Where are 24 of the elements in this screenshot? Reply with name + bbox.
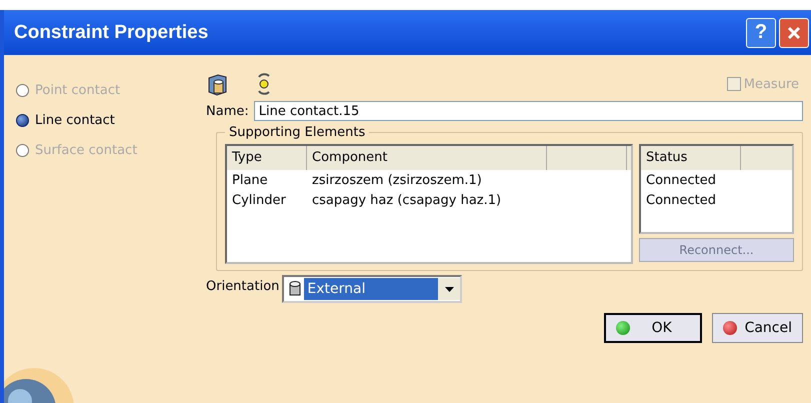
column-header[interactable]: Component bbox=[307, 146, 547, 170]
caret-icon bbox=[444, 286, 454, 292]
status-list[interactable]: Status Connected Connected bbox=[639, 144, 794, 234]
table-cell-text: Plane bbox=[231, 172, 269, 188]
close-button[interactable] bbox=[779, 18, 809, 48]
ok-button[interactable]: OK bbox=[604, 313, 702, 343]
orientation-dropdown[interactable]: External bbox=[282, 275, 462, 303]
radio-option[interactable]: Line contact bbox=[16, 105, 196, 135]
orientation-label: Orientation bbox=[206, 278, 280, 294]
table-cell-text: csapagy haz (csapagy haz.1) bbox=[311, 192, 502, 208]
name-field[interactable]: Line contact.15 bbox=[254, 101, 803, 121]
window-title: Constraint Properties bbox=[14, 22, 210, 44]
table-cell-text: Connected bbox=[645, 192, 716, 208]
help-button[interactable]: ? bbox=[746, 18, 776, 48]
table-cell-text: Cylinder bbox=[231, 192, 287, 208]
group-title: Supporting Elements bbox=[228, 125, 366, 140]
cancel-button[interactable]: Cancel bbox=[712, 313, 803, 343]
column-header[interactable]: Type bbox=[227, 146, 307, 170]
elements-list[interactable]: Type Component Plane zsirzoszem (zsirzoszem.1) Cylinder csapagy haz (csapagy haz.1) bbox=[225, 144, 633, 264]
table-cell-text: zsirzoszem (zsirzoszem.1) bbox=[311, 172, 483, 188]
rotate-icon[interactable] bbox=[256, 71, 272, 97]
table-cell-text: Connected bbox=[645, 172, 716, 188]
name-label: Name: bbox=[206, 104, 249, 118]
close-icon bbox=[787, 26, 801, 40]
